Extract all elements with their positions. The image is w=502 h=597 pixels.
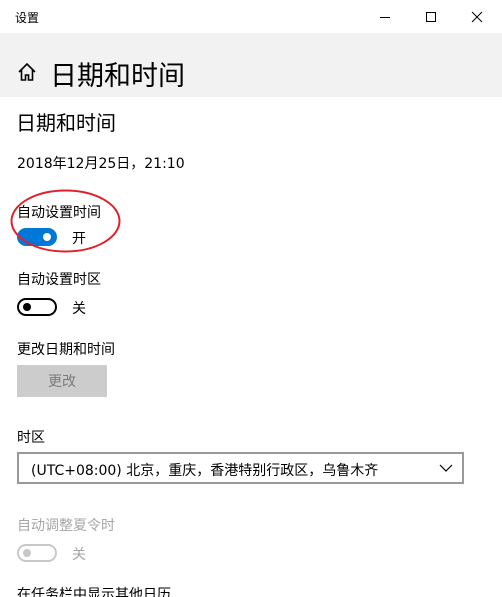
- home-icon[interactable]: [16, 61, 38, 83]
- toggle-knob: [43, 233, 51, 241]
- window-title: 设置: [15, 11, 40, 25]
- title-bar: 设置: [0, 0, 502, 33]
- close-icon: [471, 11, 483, 22]
- auto-time-label: 自动设置时间: [17, 205, 101, 221]
- timezone-dropdown[interactable]: (UTC+08:00) 北京，重庆，香港特别行政区，乌鲁木齐: [17, 452, 464, 484]
- toggle-knob: [23, 549, 31, 557]
- toggle-knob: [23, 303, 31, 311]
- auto-timezone-label: 自动设置时区: [17, 272, 101, 288]
- extra-calendar-label: 在任务栏中显示其他日历: [17, 587, 171, 597]
- change-datetime-button[interactable]: 更改: [17, 365, 107, 397]
- current-datetime: 2018年12月25日，21:10: [17, 156, 185, 172]
- change-datetime-label: 更改日期和时间: [17, 342, 115, 358]
- settings-window: 设置 日期和时间 日期和时间 2018年12月25日，21:10 自动设置时间 …: [0, 0, 502, 597]
- minimize-icon: [380, 16, 390, 18]
- auto-timezone-toggle[interactable]: [17, 298, 57, 316]
- page-header: 日期和时间: [0, 33, 502, 97]
- maximize-button[interactable]: [408, 0, 454, 33]
- settings-content: 日期和时间 2018年12月25日，21:10 自动设置时间 开 自动设置时区 …: [0, 97, 502, 597]
- auto-timezone-state: 关: [72, 301, 86, 317]
- maximize-icon: [426, 11, 436, 22]
- auto-time-toggle[interactable]: [17, 228, 57, 246]
- timezone-selected: (UTC+08:00) 北京，重庆，香港特别行政区，乌鲁木齐: [31, 463, 379, 479]
- minimize-button[interactable]: [362, 0, 408, 33]
- timezone-label: 时区: [17, 430, 45, 446]
- chevron-down-icon: [439, 464, 453, 472]
- close-button[interactable]: [454, 0, 500, 33]
- dst-label: 自动调整夏令时: [17, 518, 115, 534]
- auto-time-state: 开: [72, 231, 86, 247]
- section-title: 日期和时间: [16, 111, 116, 135]
- page-title: 日期和时间: [50, 61, 185, 92]
- dst-toggle[interactable]: [17, 544, 57, 562]
- dst-state: 关: [72, 547, 86, 563]
